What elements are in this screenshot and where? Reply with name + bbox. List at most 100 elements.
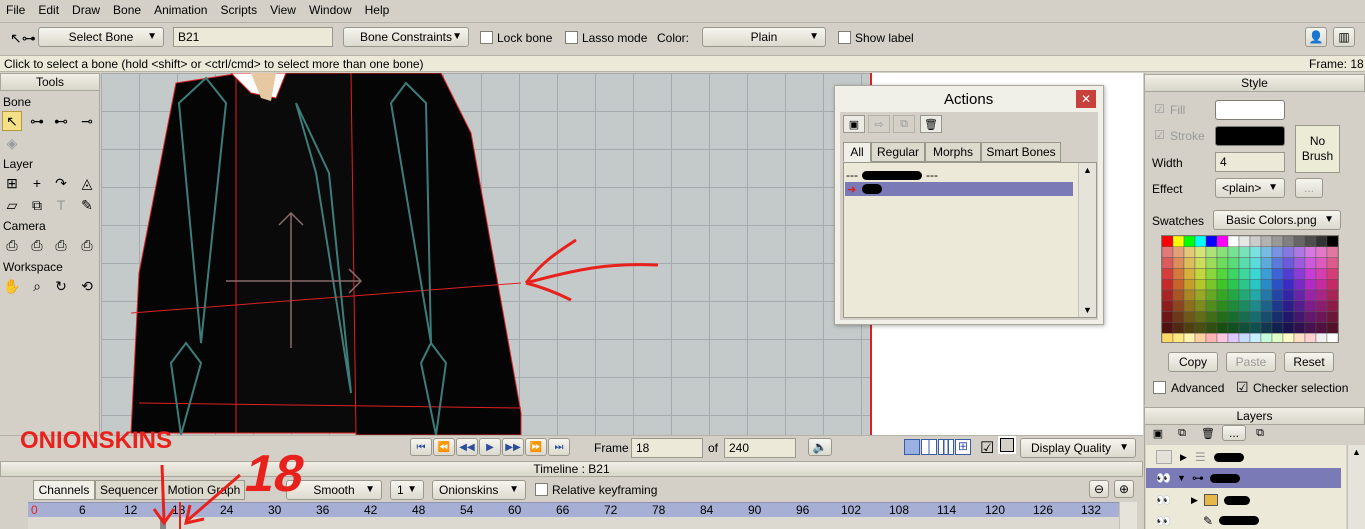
swatch-cell[interactable] <box>1293 300 1306 312</box>
menu-help[interactable]: Help <box>365 3 390 17</box>
text-icon[interactable]: T <box>51 195 71 215</box>
swatch-cell[interactable] <box>1205 300 1218 312</box>
swatch-cell[interactable] <box>1282 257 1295 269</box>
two-view-horizontal-icon[interactable] <box>938 439 954 455</box>
stroke-check-icon[interactable]: ☑ <box>1154 128 1165 142</box>
rotate-workspace-icon[interactable]: ↻ <box>51 276 71 296</box>
swatch-cell[interactable] <box>1162 268 1174 280</box>
delete-action-icon[interactable]: 🗑 <box>920 115 942 133</box>
swatch-cell[interactable] <box>1194 300 1207 312</box>
menu-scripts[interactable]: Scripts <box>220 3 257 17</box>
total-frames-field[interactable]: 240 <box>724 438 796 458</box>
camera-pan-icon[interactable]: ⎙ <box>77 235 97 255</box>
swatch-cell[interactable] <box>1326 279 1338 291</box>
swatch-cell[interactable] <box>1304 246 1317 258</box>
swatch-cell[interactable] <box>1304 322 1317 334</box>
swatch-cell[interactable] <box>1271 268 1284 280</box>
swatch-cell[interactable] <box>1205 268 1218 280</box>
swatch-cell[interactable] <box>1172 257 1185 269</box>
swatch-cell[interactable] <box>1205 246 1218 258</box>
swatch-cell[interactable] <box>1282 322 1295 334</box>
swatch-cell[interactable] <box>1271 236 1284 248</box>
swatch-cell[interactable] <box>1216 300 1229 312</box>
menu-window[interactable]: Window <box>309 3 352 17</box>
swatch-cell[interactable] <box>1304 300 1317 312</box>
swatch-cell[interactable] <box>1249 279 1262 291</box>
character-wizard-button[interactable]: 👤 <box>1305 27 1327 47</box>
step-back-icon[interactable]: ◀◀ <box>456 438 478 456</box>
swatch-cell[interactable] <box>1282 332 1295 343</box>
camera-track-icon[interactable]: ⎙ <box>2 235 22 255</box>
eyedropper-icon[interactable]: ✎ <box>77 195 97 215</box>
bone-strength-icon[interactable]: ◈ <box>2 133 22 153</box>
layer-row-1[interactable]: ▶ ☰ <box>1146 447 1346 467</box>
swatch-cell[interactable] <box>1293 289 1306 302</box>
swatches-dropdown[interactable]: Basic Colors.png ▼ <box>1213 210 1341 230</box>
two-view-vertical-icon[interactable] <box>921 439 937 455</box>
single-view-icon[interactable] <box>904 439 920 455</box>
swatch-cell[interactable] <box>1162 311 1174 323</box>
swatch-cell[interactable] <box>1194 322 1207 334</box>
swatch-cell[interactable] <box>1172 268 1185 280</box>
swatch-cell[interactable] <box>1216 279 1229 291</box>
four-view-icon[interactable]: ⊞ <box>955 439 971 455</box>
menu-bone[interactable]: Bone <box>113 3 141 17</box>
zoom-icon[interactable]: ⌕ <box>27 276 47 296</box>
quality-check-icon[interactable]: ☑ <box>980 438 994 458</box>
swatch-cell[interactable] <box>1238 332 1251 343</box>
swatch-cell[interactable] <box>1183 332 1196 343</box>
swatch-cell[interactable] <box>1293 322 1306 334</box>
swatch-cell[interactable] <box>1183 311 1196 323</box>
swatch-cell[interactable] <box>1326 322 1338 334</box>
actions-tab-regular[interactable]: Regular <box>871 142 925 162</box>
layers-scrollbar[interactable] <box>1347 445 1365 529</box>
eye-icon[interactable]: 👀 <box>1156 493 1171 507</box>
zoom-in-icon[interactable]: ⊕ <box>1114 480 1134 498</box>
swatch-cell[interactable] <box>1172 246 1185 258</box>
forward-end-icon[interactable]: ⏭ <box>548 438 570 456</box>
switch-layer-icon[interactable]: ⧉ <box>27 195 47 215</box>
swatch-cell[interactable] <box>1162 322 1174 334</box>
swatch-cell[interactable] <box>1271 300 1284 312</box>
expand-icon[interactable]: ▶ <box>1191 495 1198 506</box>
delete-layer-icon[interactable]: 🗑 <box>1198 425 1218 441</box>
frame-bounds-icon[interactable] <box>998 436 1016 454</box>
menu-view[interactable]: View <box>270 3 296 17</box>
swatch-cell[interactable] <box>1304 268 1317 280</box>
swatch-cell[interactable] <box>1172 332 1185 343</box>
timeline-tab-channels[interactable]: Channels <box>33 480 95 500</box>
set-origin-icon[interactable]: + <box>27 173 47 193</box>
swatch-cell[interactable] <box>1227 300 1240 312</box>
swatch-cell[interactable] <box>1216 332 1229 343</box>
scroll-up-icon[interactable]: ▲ <box>1083 165 1092 175</box>
insert-action-icon[interactable]: ⇨ <box>868 115 890 133</box>
swatch-cell[interactable] <box>1194 246 1207 258</box>
rotate-bone-icon[interactable]: ⊸ <box>77 111 97 131</box>
swatch-cell[interactable] <box>1216 311 1229 323</box>
swatch-cell[interactable] <box>1304 279 1317 291</box>
swatch-cell[interactable] <box>1216 236 1229 248</box>
swatch-cell[interactable] <box>1260 279 1273 291</box>
menu-file[interactable]: File <box>6 3 25 17</box>
fill-color-swatch[interactable] <box>1215 100 1285 120</box>
swatch-cell[interactable] <box>1194 289 1207 302</box>
swatch-cell[interactable] <box>1304 332 1317 343</box>
library-button[interactable]: ▥ <box>1333 27 1355 47</box>
eye-icon[interactable]: 👀 <box>1156 514 1171 528</box>
bone-color-dropdown[interactable]: Plain ▼ <box>702 27 826 47</box>
no-brush-button[interactable]: No Brush <box>1295 125 1340 173</box>
eye-icon[interactable]: 👀 <box>1156 471 1171 485</box>
swatch-cell[interactable] <box>1183 268 1196 280</box>
swatch-cell[interactable] <box>1282 289 1295 302</box>
swatch-cell[interactable] <box>1282 300 1295 312</box>
swatch-cell[interactable] <box>1282 246 1295 258</box>
swatch-cell[interactable] <box>1260 257 1273 269</box>
swatch-cell[interactable] <box>1194 332 1207 343</box>
layer-row-3[interactable]: 👀 ▶ <box>1146 490 1346 510</box>
swatch-cell[interactable] <box>1216 322 1229 334</box>
swatch-cell[interactable] <box>1326 289 1338 302</box>
advanced-checkbox[interactable] <box>1153 381 1166 394</box>
audio-icon[interactable]: 🔈 <box>808 438 832 456</box>
new-layer-icon[interactable]: ▣ <box>1148 425 1168 441</box>
swatch-cell[interactable] <box>1249 268 1262 280</box>
